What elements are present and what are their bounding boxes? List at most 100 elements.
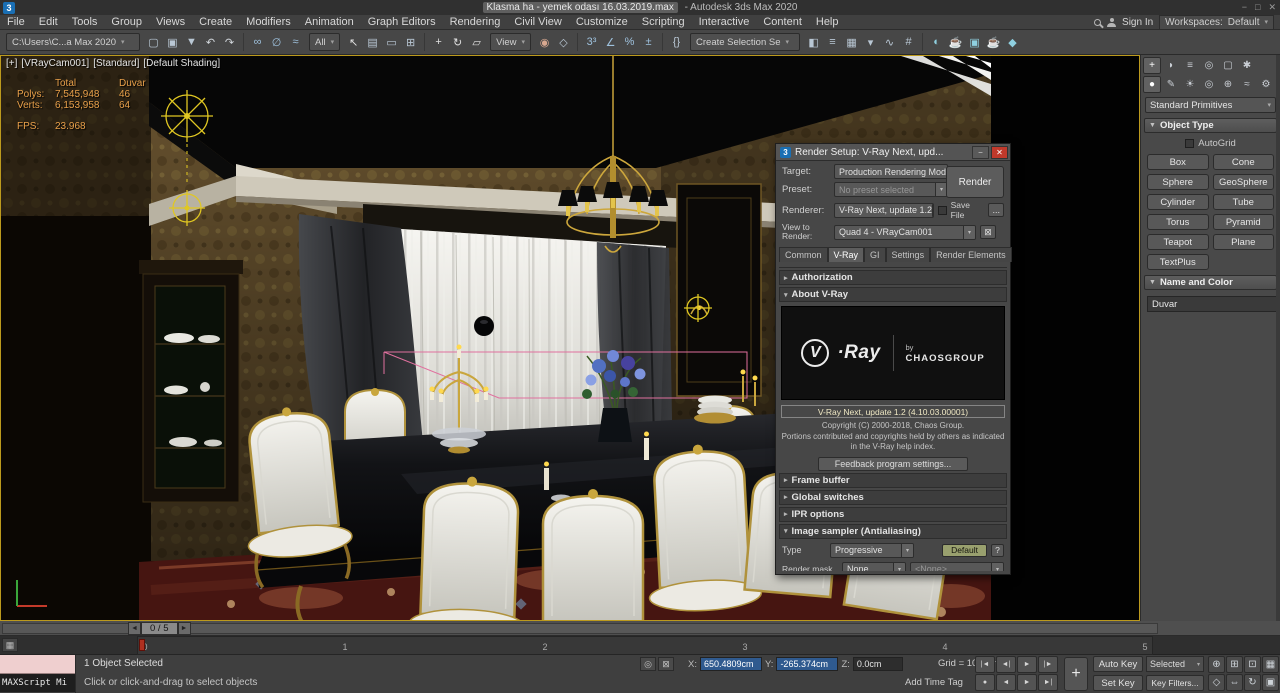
- z-coordinate-field[interactable]: 0.0cm: [853, 657, 903, 671]
- object-type-button[interactable]: Tube: [1213, 194, 1275, 210]
- go-to-end-button[interactable]: ►|: [1038, 674, 1058, 691]
- track-bar[interactable]: ▦ 012345: [0, 636, 1280, 655]
- selection-lock-icon[interactable]: ⊠: [658, 657, 674, 671]
- menu-item[interactable]: Modifiers: [239, 15, 298, 29]
- spinner-snap-icon[interactable]: ±: [639, 33, 658, 52]
- reference-coordinate-dropdown[interactable]: View ▾: [490, 33, 531, 51]
- toggle-ribbon-icon[interactable]: ▾: [861, 33, 880, 52]
- menu-item[interactable]: Edit: [32, 15, 65, 29]
- save-file-icon[interactable]: ▼: [182, 33, 201, 52]
- isolate-selection-icon[interactable]: ◎: [640, 657, 656, 671]
- feedback-settings-button[interactable]: Feedback program settings...: [818, 457, 968, 471]
- autogrid-checkbox[interactable]: [1185, 139, 1194, 148]
- percent-snap-icon[interactable]: %: [620, 33, 639, 52]
- cameras-category-tab[interactable]: ◎: [1200, 76, 1218, 93]
- render-production-icon[interactable]: ☕: [984, 33, 1003, 52]
- window-crossing-icon[interactable]: ⊞: [401, 33, 420, 52]
- object-type-button[interactable]: GeoSphere: [1213, 174, 1275, 190]
- menu-item[interactable]: Customize: [569, 15, 635, 29]
- use-pivot-center-icon[interactable]: ◉: [535, 33, 554, 52]
- field-of-view-button[interactable]: ◇: [1208, 674, 1225, 691]
- user-account-icon[interactable]: [1107, 18, 1116, 27]
- workspaces-dropdown[interactable]: Workspaces: Default ▾: [1159, 15, 1274, 30]
- open-file-icon[interactable]: ▣: [163, 33, 182, 52]
- select-rotate-icon[interactable]: ↻: [448, 33, 467, 52]
- lights-category-tab[interactable]: ☀: [1181, 76, 1199, 93]
- systems-category-tab[interactable]: ⚙: [1257, 76, 1275, 93]
- modify-panel-tab[interactable]: ◗: [1162, 57, 1180, 74]
- tab-vray[interactable]: V-Ray: [828, 247, 865, 262]
- snap-toggle-3d-icon[interactable]: 3³: [582, 33, 601, 52]
- 3dsmax-app-icon[interactable]: 3: [3, 2, 15, 14]
- next-frame-button[interactable]: |►: [1038, 656, 1058, 673]
- layer-manager-icon[interactable]: ▦: [842, 33, 861, 52]
- object-type-button[interactable]: Cone: [1213, 154, 1275, 170]
- material-editor-icon[interactable]: ◐: [927, 33, 946, 52]
- search-icon[interactable]: [1094, 19, 1101, 26]
- menu-item[interactable]: Animation: [298, 15, 361, 29]
- render-mask-source-dropdown[interactable]: <None> ▾: [910, 562, 1004, 572]
- key-filter-set-dropdown[interactable]: Selected ▾: [1146, 656, 1204, 672]
- next-frame-arrow[interactable]: ►: [178, 622, 191, 635]
- menu-item[interactable]: Views: [149, 15, 192, 29]
- lock-view-icon[interactable]: ⊠: [980, 225, 996, 239]
- object-type-button[interactable]: TextPlus: [1147, 254, 1209, 270]
- menu-item[interactable]: Group: [104, 15, 149, 29]
- close-dialog-icon[interactable]: ✕: [991, 146, 1008, 159]
- select-region-icon[interactable]: ▭: [382, 33, 401, 52]
- curve-editor-icon[interactable]: ∿: [880, 33, 899, 52]
- select-object-icon[interactable]: ↖: [344, 33, 363, 52]
- edit-named-selections-icon[interactable]: {}: [667, 33, 686, 52]
- helpers-category-tab[interactable]: ⊕: [1219, 76, 1237, 93]
- object-type-button[interactable]: Box: [1147, 154, 1209, 170]
- frame-buffer-rollout-header[interactable]: ▸ Frame buffer: [779, 473, 1007, 488]
- select-move-icon[interactable]: +: [429, 33, 448, 52]
- render-setup-icon[interactable]: ☕: [946, 33, 965, 52]
- sampler-help-button[interactable]: ?: [991, 544, 1004, 557]
- previous-frame-arrow[interactable]: ◄: [128, 622, 141, 635]
- menu-item[interactable]: Content: [756, 15, 809, 29]
- go-to-start-button[interactable]: |◄: [975, 656, 995, 673]
- go-to-next-key-button[interactable]: ►: [1017, 674, 1037, 691]
- menu-item[interactable]: Civil View: [507, 15, 568, 29]
- trackbar-tick[interactable]: 3: [738, 637, 752, 654]
- hierarchy-panel-tab[interactable]: ≡: [1181, 57, 1199, 74]
- save-file-browse-button[interactable]: ...: [988, 203, 1004, 217]
- image-sampler-rollout-header[interactable]: ▾ Image sampler (Antialiasing): [779, 524, 1007, 539]
- angle-snap-icon[interactable]: ∠: [601, 33, 620, 52]
- render-button[interactable]: Render: [946, 166, 1004, 198]
- menu-item[interactable]: Graph Editors: [361, 15, 443, 29]
- object-type-button[interactable]: Teapot: [1147, 234, 1209, 250]
- viewport-menu[interactable]: [+]: [6, 58, 17, 69]
- object-type-button[interactable]: Pyramid: [1213, 214, 1275, 230]
- create-panel-tab[interactable]: +: [1143, 57, 1161, 74]
- about-vray-rollout-header[interactable]: ▾ About V-Ray: [779, 287, 1007, 302]
- authorization-rollout-header[interactable]: ▸ Authorization: [779, 270, 1007, 285]
- maxscript-listener-line[interactable]: MAXScript Mi: [0, 674, 75, 692]
- go-to-previous-key-button[interactable]: ◄: [996, 674, 1016, 691]
- render-mask-dropdown[interactable]: None ▾: [842, 562, 906, 572]
- object-type-button[interactable]: Cylinder: [1147, 194, 1209, 210]
- minimize-window-icon[interactable]: −: [1242, 0, 1247, 15]
- set-key-button[interactable]: Set Key: [1093, 675, 1143, 691]
- selection-filter-dropdown[interactable]: All ▾: [309, 33, 340, 51]
- select-scale-icon[interactable]: ▱: [467, 33, 486, 52]
- y-coordinate-field[interactable]: -265.374cm: [776, 657, 838, 671]
- zoom-button[interactable]: ⊕: [1208, 656, 1225, 673]
- name-and-color-rollout-header[interactable]: ▼ Name and Color: [1144, 275, 1277, 290]
- maximize-viewport-toggle-button[interactable]: ▣: [1262, 674, 1279, 691]
- set-keys-button[interactable]: +: [1064, 657, 1088, 691]
- sampler-type-dropdown[interactable]: Progressive ▾: [830, 543, 914, 558]
- close-window-icon[interactable]: ✕: [1268, 0, 1276, 15]
- viewport-menu[interactable]: [Standard]: [93, 58, 139, 69]
- object-type-button[interactable]: Torus: [1147, 214, 1209, 230]
- tab-common[interactable]: Common: [779, 247, 828, 262]
- orbit-camera-button[interactable]: ↻: [1244, 674, 1261, 691]
- renderer-dropdown[interactable]: V-Ray Next, update 1.2 ▾: [834, 203, 934, 218]
- select-link-icon[interactable]: ∞: [248, 33, 267, 52]
- display-panel-tab[interactable]: ▢: [1219, 57, 1237, 74]
- trackbar-tick[interactable]: 1: [338, 637, 352, 654]
- view-to-render-dropdown[interactable]: Quad 4 - VRayCam001 ▾: [834, 225, 976, 240]
- viewport-menu[interactable]: [VRayCam001]: [21, 58, 89, 69]
- preset-dropdown[interactable]: No preset selected ▾: [834, 182, 948, 197]
